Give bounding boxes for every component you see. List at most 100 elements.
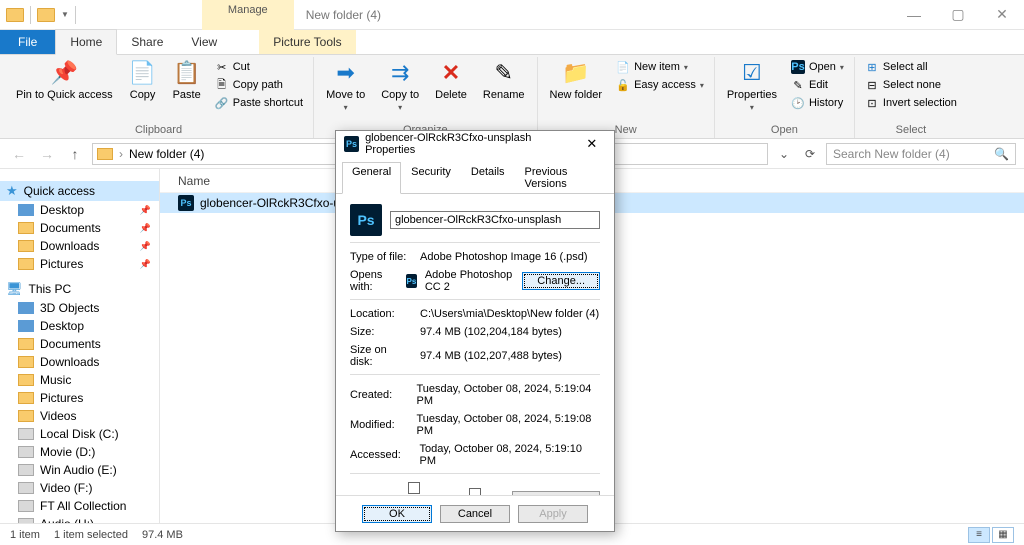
contextual-tab-label: Manage (202, 0, 294, 30)
sidebar-item-movie-d[interactable]: Movie (D:) (0, 443, 159, 461)
properties-button[interactable]: ☑Properties▾ (721, 57, 783, 114)
chevron-right-icon: › (119, 147, 123, 161)
sidebar-item-documents[interactable]: Documents📌 (0, 219, 159, 237)
sidebar-quick-access[interactable]: ★Quick access (0, 181, 159, 201)
tab-security[interactable]: Security (401, 162, 461, 194)
tab-file[interactable]: File (0, 30, 55, 54)
video-icon (18, 410, 34, 422)
nav-back-button[interactable]: ← (8, 143, 30, 165)
tab-previous-versions[interactable]: Previous Versions (515, 162, 608, 194)
folder-icon[interactable] (37, 8, 55, 22)
paste-label: Paste (173, 89, 201, 101)
group-new: 📁New folder 📄New item ▾ 🔓Easy access ▾ N… (538, 57, 715, 138)
sidebar: ★Quick access Desktop📌 Documents📌 Downlo… (0, 169, 160, 523)
view-details-button[interactable]: ≡ (968, 527, 990, 543)
folder-icon (18, 258, 34, 270)
sidebar-item-documents2[interactable]: Documents (0, 335, 159, 353)
easy-access-button[interactable]: 🔓Easy access ▾ (612, 77, 708, 93)
sidebar-item-local-disk-c[interactable]: Local Disk (C:) (0, 425, 159, 443)
copy-button[interactable]: 📄Copy (123, 57, 163, 103)
search-input[interactable]: Search New folder (4) 🔍 (826, 143, 1016, 165)
open-button[interactable]: PsOpen ▾ (787, 59, 848, 75)
photoshop-icon: Ps (178, 195, 194, 211)
select-all-button[interactable]: ⊞Select all (861, 59, 961, 75)
dialog-close-button[interactable]: ✕ (578, 136, 606, 152)
tab-details[interactable]: Details (461, 162, 515, 194)
pin-quick-access-button[interactable]: 📌Pin to Quick access (10, 57, 119, 103)
close-button[interactable]: ✕ (980, 0, 1024, 30)
paste-shortcut-button[interactable]: 🔗Paste shortcut (211, 95, 307, 111)
apply-button[interactable]: Apply (518, 505, 588, 523)
address-dropdown-icon[interactable]: ⌄ (774, 147, 794, 161)
nav-up-button[interactable]: ↑ (64, 143, 86, 165)
readonly-checkbox[interactable]: Read-only (408, 482, 453, 495)
music-icon (18, 374, 34, 386)
drive-icon (18, 464, 34, 476)
filename-field[interactable] (390, 211, 600, 229)
sidebar-item-desktop[interactable]: Desktop📌 (0, 201, 159, 219)
folder-icon (18, 338, 34, 350)
sidebar-item-pictures[interactable]: Pictures📌 (0, 255, 159, 273)
change-button[interactable]: Change... (522, 272, 600, 290)
paste-button[interactable]: 📋Paste (167, 57, 207, 103)
nav-forward-button[interactable]: → (36, 143, 58, 165)
sidebar-item-ft-all[interactable]: FT All Collection (0, 497, 159, 515)
tab-share[interactable]: Share (117, 30, 177, 54)
photoshop-icon: Ps (350, 204, 382, 236)
copy-to-button[interactable]: ⇉Copy to▾ (375, 57, 425, 114)
invert-selection-button[interactable]: ⊡Invert selection (861, 95, 961, 111)
status-count: 1 item (10, 529, 40, 541)
sidebar-item-video-f[interactable]: Video (F:) (0, 479, 159, 497)
tab-general[interactable]: General (342, 162, 401, 194)
rename-button[interactable]: ✎Rename (477, 57, 531, 103)
edit-button[interactable]: ✎Edit (787, 77, 848, 93)
sidebar-item-downloads[interactable]: Downloads📌 (0, 237, 159, 255)
view-icons-button[interactable]: ▦ (992, 527, 1014, 543)
sidebar-this-pc[interactable]: 🖥This PC (0, 279, 159, 299)
tab-picture-tools[interactable]: Picture Tools (259, 30, 355, 54)
sidebar-item-downloads2[interactable]: Downloads (0, 353, 159, 371)
copy-path-button[interactable]: 🗎Copy path (211, 77, 307, 93)
hidden-checkbox[interactable]: Hidden (469, 488, 504, 495)
folder-icon (18, 222, 34, 234)
ribbon-tabs: File Home Share View Picture Tools (0, 30, 1024, 55)
drive-icon (18, 428, 34, 440)
new-folder-button[interactable]: 📁New folder (544, 57, 609, 103)
minimize-button[interactable]: — (892, 0, 936, 30)
cube-icon (18, 302, 34, 314)
sidebar-item-desktop2[interactable]: Desktop (0, 317, 159, 335)
tab-home[interactable]: Home (55, 29, 117, 55)
dialog-title: globencer-OlRckR3Cfxo-unsplash Propertie… (365, 132, 572, 156)
qat-dropdown-icon[interactable]: ▼ (61, 10, 69, 19)
sidebar-item-music[interactable]: Music (0, 371, 159, 389)
sidebar-item-pictures2[interactable]: Pictures (0, 389, 159, 407)
cut-button[interactable]: ✂Cut (211, 59, 307, 75)
sidebar-item-win-audio-e[interactable]: Win Audio (E:) (0, 461, 159, 479)
tab-view[interactable]: View (177, 30, 231, 54)
pin-icon: 📌 (140, 259, 151, 270)
accessed-value: Today, October 08, 2024, 5:19:10 PM (419, 443, 600, 467)
ribbon: 📌Pin to Quick access 📄Copy 📋Paste ✂Cut 🗎… (0, 55, 1024, 139)
cancel-button[interactable]: Cancel (440, 505, 510, 523)
drive-icon (18, 482, 34, 494)
properties-dialog: Ps globencer-OlRckR3Cfxo-unsplash Proper… (335, 130, 615, 532)
refresh-button[interactable]: ⟳ (800, 147, 820, 161)
ok-button[interactable]: OK (362, 505, 432, 523)
photoshop-icon: Ps (344, 136, 359, 152)
group-open: ☑Properties▾ PsOpen ▾ ✎Edit 🕑History Ope… (715, 57, 855, 138)
breadcrumb[interactable]: New folder (4) (129, 147, 204, 161)
sidebar-item-videos[interactable]: Videos (0, 407, 159, 425)
history-button[interactable]: 🕑History (787, 95, 848, 111)
folder-icon (97, 148, 113, 160)
sidebar-item-3d-objects[interactable]: 3D Objects (0, 299, 159, 317)
dialog-title-bar[interactable]: Ps globencer-OlRckR3Cfxo-unsplash Proper… (336, 131, 614, 157)
new-item-button[interactable]: 📄New item ▾ (612, 59, 708, 75)
maximize-button[interactable]: ▢ (936, 0, 980, 30)
pin-icon: 📌 (140, 205, 151, 216)
select-none-button[interactable]: ⊟Select none (861, 77, 961, 93)
delete-button[interactable]: ✕Delete (429, 57, 473, 103)
sidebar-item-audio-h[interactable]: Audio (H:) (0, 515, 159, 523)
move-to-button[interactable]: ➡Move to▾ (320, 57, 371, 114)
group-organize: ➡Move to▾ ⇉Copy to▾ ✕Delete ✎Rename Orga… (314, 57, 537, 138)
group-clipboard: 📌Pin to Quick access 📄Copy 📋Paste ✂Cut 🗎… (4, 57, 314, 138)
